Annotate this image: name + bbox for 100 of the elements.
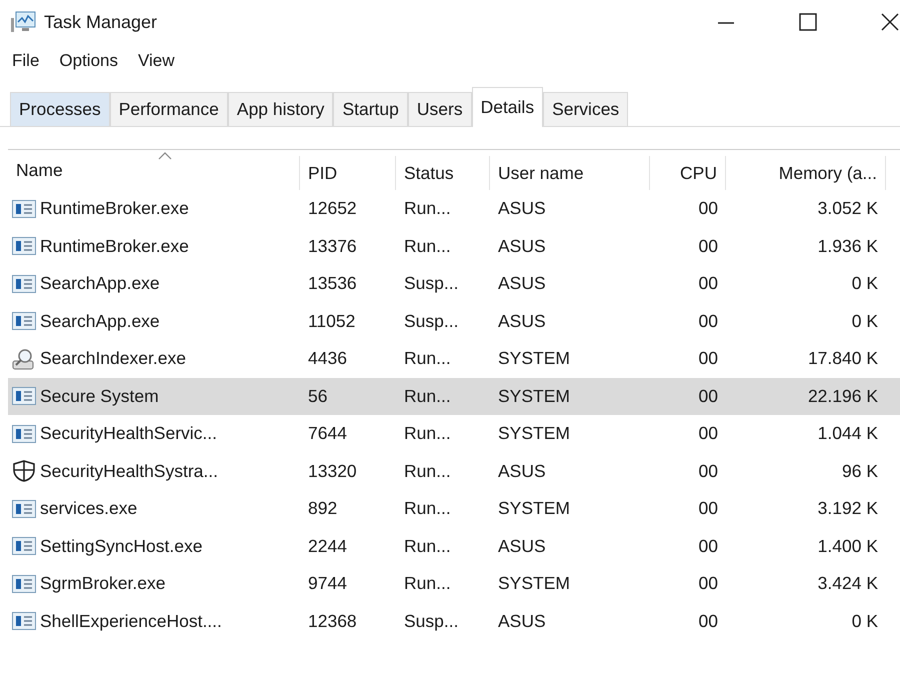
table-row[interactable]: SearchApp.exe 11052 Susp... ASUS 00 0 K: [8, 302, 900, 340]
table-cell-text: 4436: [307, 348, 348, 370]
table-cell-text: 00: [698, 236, 719, 257]
table-cell-text: 3.424 K: [816, 573, 879, 594]
table-cell-text: 00: [698, 198, 719, 220]
column-header[interactable]: Status: [396, 156, 490, 190]
table-cell-text: ASUS: [497, 273, 547, 294]
table-cell-text: Susp...: [403, 310, 460, 332]
table-cell-text: 13320: [307, 460, 358, 482]
column-header[interactable]: CPU: [650, 156, 726, 190]
process-name: services.exe: [40, 498, 138, 520]
process-name: SearchApp.exe: [40, 273, 160, 294]
table-row[interactable]: RuntimeBroker.exe 12652 Run... ASUS 00 3.052 K: [8, 190, 900, 228]
app-window-icon: [12, 274, 36, 294]
app-window-icon: [12, 536, 36, 556]
column-header[interactable]: Name: [8, 156, 300, 190]
app-window-icon: [12, 236, 36, 256]
sort-icon: [158, 152, 172, 160]
table-cell-text: SYSTEM: [497, 573, 571, 594]
table-row[interactable]: ShellExperienceHost.... 12368 Susp... ASUS 00 0 K: [8, 602, 900, 640]
table-cell-text: Run...: [403, 386, 452, 407]
table-cell-text: SYSTEM: [497, 423, 571, 444]
table-cell-text: ASUS: [497, 610, 547, 632]
table-cell-text: 12652: [307, 198, 358, 220]
table-cell-text: 00: [698, 536, 719, 557]
process-name: SgrmBroker.exe: [40, 573, 166, 594]
process-name: SettingSyncHost.exe: [40, 536, 202, 557]
monitor-icon: [10, 10, 36, 34]
app-window-icon: [12, 498, 36, 519]
table-row[interactable]: SearchApp.exe 13536 Susp... ASUS 00 0 K: [8, 265, 900, 302]
table-row[interactable]: RuntimeBroker.exe 13376 Run... ASUS 00 1.936 K: [8, 228, 900, 265]
table-cell-text: ASUS: [497, 310, 547, 332]
process-name: Secure System: [40, 386, 159, 407]
process-name: SecurityHealthServic...: [40, 423, 218, 444]
magnifier-drive-icon: [12, 348, 36, 370]
table-cell-text: 00: [698, 423, 719, 444]
table-cell-text: Susp...: [403, 273, 460, 294]
table-cell-text: 0 K: [850, 610, 879, 632]
table-cell-text: 12368: [307, 610, 358, 632]
table-cell-text: Run...: [403, 348, 452, 370]
table-cell-text: 00: [698, 460, 719, 482]
table-cell-text: Run...: [403, 573, 452, 594]
table-cell-text: ASUS: [497, 460, 547, 482]
table-cell-text: 13376: [307, 236, 358, 257]
process-name: ShellExperienceHost....: [40, 610, 222, 632]
table-cell-text: SYSTEM: [497, 498, 571, 520]
table-row[interactable]: SecurityHealthServic... 7644 Run... SYSTEM 00 1.044 K: [8, 415, 900, 452]
table-cell-text: 13536: [307, 273, 358, 294]
tab[interactable]: Performance: [110, 92, 228, 126]
app-window-icon: [12, 311, 36, 332]
table-cell-text: Run...: [403, 198, 452, 220]
tab[interactable]: Details: [472, 87, 544, 127]
table-cell-text: Susp...: [403, 610, 460, 632]
tab[interactable]: Users: [408, 92, 472, 126]
table-cell-text: 0 K: [850, 273, 879, 294]
table-cell-text: SYSTEM: [497, 386, 571, 407]
column-header[interactable]: Memory (a...: [726, 156, 886, 190]
table-cell-text: 17.840 K: [806, 348, 879, 370]
table-cell-text: 3.052 K: [816, 198, 879, 220]
table-cell-text: 96 K: [841, 460, 879, 482]
table-row[interactable]: Secure System 56 Run... SYSTEM 00 22.196 K: [8, 378, 900, 415]
app-window-icon: [12, 611, 36, 632]
column-header[interactable]: PID: [300, 156, 396, 190]
table-row[interactable]: SecurityHealthSystra... 13320 Run... ASUS 00 96 K: [8, 452, 900, 490]
table-cell-text: ASUS: [497, 198, 547, 220]
column-header[interactable]: User name: [490, 156, 650, 190]
process-name: SearchApp.exe: [40, 310, 160, 332]
table-cell-text: 0 K: [850, 310, 879, 332]
shield-icon: [12, 460, 36, 482]
app-window-icon: [12, 386, 36, 406]
app-window-icon: [12, 574, 36, 594]
table-row[interactable]: services.exe 892 Run... SYSTEM 00 3.192 K: [8, 490, 900, 528]
table-cell-text: 00: [698, 498, 719, 520]
table-cell-text: 00: [698, 386, 719, 407]
tab[interactable]: App history: [228, 92, 334, 126]
menu-item[interactable]: View: [138, 51, 175, 71]
table-cell-text: ASUS: [497, 236, 547, 257]
tab[interactable]: Services: [543, 92, 628, 126]
tab[interactable]: Processes: [10, 92, 110, 126]
process-name: SecurityHealthSystra...: [40, 460, 218, 482]
menu-item[interactable]: File: [12, 51, 40, 71]
close-icon[interactable]: [880, 12, 900, 32]
table-row[interactable]: SearchIndexer.exe 4436 Run... SYSTEM 00 17.840 K: [8, 340, 900, 378]
table-cell-text: 22.196 K: [806, 386, 879, 407]
table-cell-text: Run...: [403, 423, 452, 444]
table-cell-text: 11052: [307, 310, 356, 332]
process-name: SearchIndexer.exe: [40, 348, 186, 370]
table-cell-text: Run...: [403, 236, 452, 257]
table-cell-text: 00: [698, 573, 719, 594]
table-cell-text: 1.044 K: [816, 423, 879, 444]
app-window-icon: [12, 198, 36, 219]
table-row[interactable]: SettingSyncHost.exe 2244 Run... ASUS 00 1.400 K: [8, 528, 900, 565]
tab[interactable]: Startup: [333, 92, 408, 126]
table-cell-text: 00: [698, 610, 719, 632]
table-row[interactable]: SgrmBroker.exe 9744 Run... SYSTEM 00 3.424 K: [8, 565, 900, 602]
menu-item[interactable]: Options: [59, 51, 118, 71]
table-cell-text: 00: [698, 310, 719, 332]
table-cell-text: Run...: [403, 498, 452, 520]
maximize-icon[interactable]: [798, 12, 818, 32]
table-cell-text: 00: [698, 348, 719, 370]
